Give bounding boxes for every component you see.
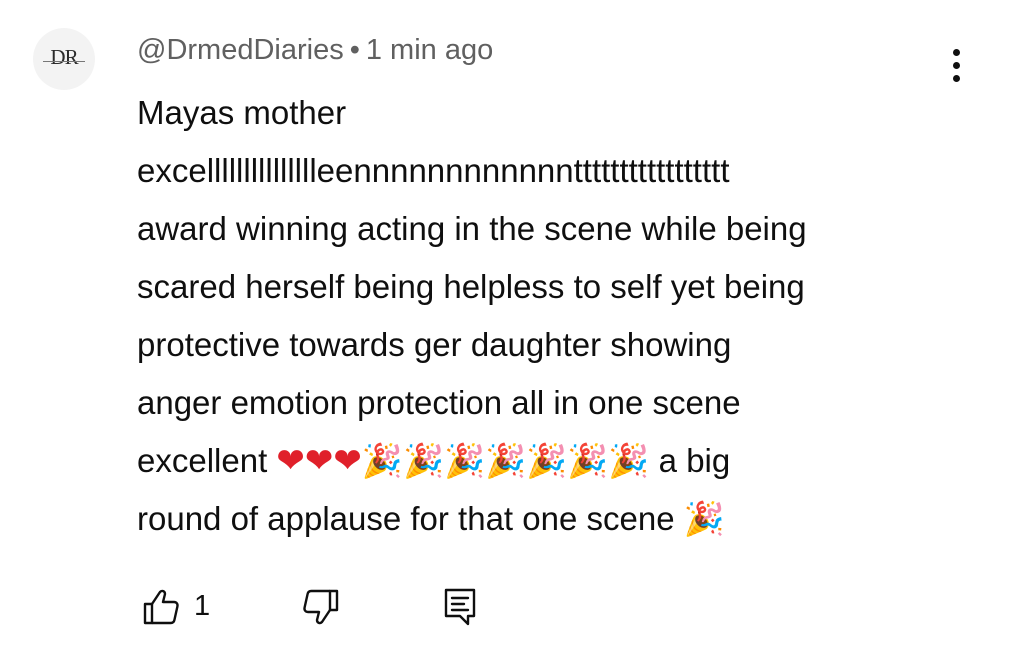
party-popper-emoji: 🎉🎉🎉🎉🎉🎉🎉 — [361, 441, 650, 480]
more-options-button[interactable] — [938, 40, 974, 90]
comment-line: award winning acting in the scene while … — [137, 210, 807, 247]
comment-line: anger emotion protection all in one scen… — [137, 384, 741, 421]
more-vertical-icon-dot — [952, 74, 960, 82]
thumbs-up-icon — [143, 589, 179, 625]
comment-text: Mayas mother excellllllllllllllleennnnnn… — [137, 84, 967, 548]
comment-timestamp[interactable]: 1 min ago — [366, 34, 493, 66]
more-vertical-icon — [952, 48, 960, 56]
comment-line: scared herself being helpless to self ye… — [137, 268, 805, 305]
like-count: 1 — [194, 590, 211, 622]
reply-button[interactable] — [436, 583, 484, 631]
dislike-button[interactable] — [297, 583, 345, 631]
meta-separator: • — [349, 34, 360, 66]
avatar-logo-text: DR — [50, 44, 78, 69]
avatar-decoration — [43, 61, 85, 62]
reply-comment-icon — [444, 588, 476, 626]
avatar[interactable]: DR — [33, 28, 95, 90]
comment-line: excellllllllllllllleennnnnnnnnnnnttttttt… — [137, 152, 730, 189]
comment-line: round of applause for that one scene — [137, 500, 684, 537]
thumbs-down-icon — [303, 589, 339, 625]
comment-line: a big — [649, 442, 731, 479]
like-button[interactable] — [137, 583, 185, 631]
author-handle[interactable]: @DrmedDiaries — [137, 34, 344, 66]
comment-header: @DrmedDiaries • 1 min ago — [137, 34, 493, 67]
party-popper-emoji: 🎉 — [683, 499, 725, 538]
comment-line: Mayas mother — [137, 94, 347, 131]
comment-line: excellent — [137, 442, 277, 479]
more-vertical-icon-dot — [952, 61, 960, 69]
comment-line: protective towards ger daughter showing — [137, 326, 732, 363]
heart-emoji: ❤❤❤ — [276, 441, 362, 481]
